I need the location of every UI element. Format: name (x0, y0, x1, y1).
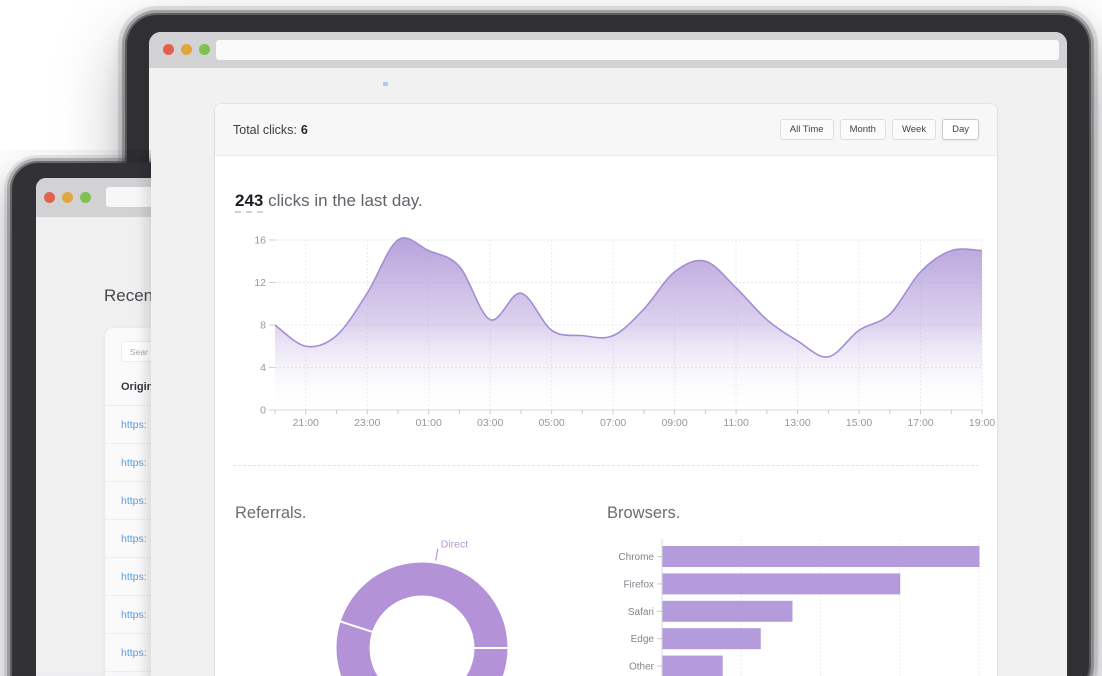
clicks-area-chart: 0 4 8 12 16 21:00 23:00 01:00 03:00 05:00 07:00 09:… (233, 232, 997, 432)
svg-text:0: 0 (260, 405, 266, 417)
back-address-bar[interactable] (106, 187, 151, 207)
link-row[interactable]: https: (105, 672, 151, 676)
bar-chrome (663, 546, 980, 567)
front-titlebar (149, 32, 1067, 68)
clicks-headline: 243 clicks in the last day. (235, 191, 423, 211)
recent-links-title: Recen (104, 286, 151, 306)
svg-text:03:00: 03:00 (477, 417, 503, 429)
minimize-window-button[interactable] (181, 44, 192, 55)
referrals-donut-chart: Direct (215, 532, 635, 676)
back-window-content: Recen Origin https:https:https:https:htt… (36, 178, 151, 676)
svg-text:01:00: 01:00 (416, 417, 442, 429)
link-row[interactable]: https: (105, 558, 151, 596)
svg-text:05:00: 05:00 (539, 417, 565, 429)
bar-label: Safari (628, 607, 654, 618)
back-window-controls (44, 192, 91, 203)
clicks-headline-text: clicks in the last day. (263, 191, 422, 210)
svg-text:07:00: 07:00 (600, 417, 626, 429)
back-window-strip: Recen Origin https:https:https:https:htt… (0, 150, 151, 676)
bar-firefox (663, 573, 901, 594)
link-url[interactable]: https: (121, 571, 147, 583)
link-row[interactable]: https: (105, 634, 151, 672)
link-url[interactable]: https: (121, 533, 147, 545)
dashboard-page: Total clicks: 6 All Time Month Week Day 243… (149, 68, 1067, 676)
svg-text:23:00: 23:00 (354, 417, 380, 429)
filter-button-all-time[interactable]: All Time (780, 119, 834, 141)
link-url[interactable]: https: (121, 609, 147, 621)
svg-text:12: 12 (254, 277, 266, 289)
back-browser-window: Recen Origin https:https:https:https:htt… (12, 163, 151, 676)
page-speck (383, 82, 388, 86)
svg-text:11:00: 11:00 (723, 417, 749, 429)
time-filter-group: All Time Month Week Day (780, 119, 979, 141)
link-row[interactable]: https: (105, 444, 151, 482)
links-page: Recen Origin https:https:https:https:htt… (36, 217, 151, 676)
direct-slice-label: Direct (441, 539, 469, 551)
filter-button-month[interactable]: Month (840, 119, 886, 141)
zoom-window-button[interactable] (199, 44, 210, 55)
link-row[interactable]: https: (105, 482, 151, 520)
window-controls (163, 44, 210, 55)
address-bar[interactable] (216, 40, 1059, 60)
svg-text:8: 8 (260, 320, 266, 332)
front-browser-window: Total clicks: 6 All Time Month Week Day 243… (127, 15, 1089, 676)
browsers-section-title: Browsers. (607, 504, 680, 523)
svg-text:13:00: 13:00 (784, 417, 810, 429)
link-row[interactable]: https: (105, 406, 151, 444)
total-clicks-value: 6 (301, 123, 308, 137)
browsers-bar-chart: Chrome Firefox Safari Edge Other (607, 529, 997, 676)
back-zoom-window-button[interactable] (80, 192, 91, 203)
search-input[interactable] (121, 341, 151, 362)
bar-label: Other (629, 662, 655, 673)
clicks-count[interactable]: 243 (235, 191, 263, 213)
link-url[interactable]: https: (121, 647, 147, 659)
total-clicks-label: Total clicks: (233, 123, 297, 137)
svg-text:16: 16 (254, 235, 266, 247)
bar-edge (663, 628, 761, 649)
link-url[interactable]: https: (121, 495, 147, 507)
front-window-content: Total clicks: 6 All Time Month Week Day 243… (149, 32, 1067, 676)
svg-text:17:00: 17:00 (907, 417, 933, 429)
bar-other (663, 656, 723, 676)
link-url[interactable]: https: (121, 419, 147, 431)
svg-text:15:00: 15:00 (846, 417, 872, 429)
link-row[interactable]: https: (105, 596, 151, 634)
svg-text:19:00: 19:00 (969, 417, 995, 429)
section-divider (233, 465, 979, 466)
svg-text:09:00: 09:00 (661, 417, 687, 429)
referrals-section-title: Referrals. (235, 504, 307, 523)
back-close-window-button[interactable] (44, 192, 55, 203)
close-window-button[interactable] (163, 44, 174, 55)
link-row[interactable]: https: (105, 520, 151, 558)
filter-button-week[interactable]: Week (892, 119, 936, 141)
filter-button-day[interactable]: Day (942, 119, 979, 141)
card-header: Total clicks: 6 All Time Month Week Day (215, 104, 997, 156)
svg-text:21:00: 21:00 (293, 417, 319, 429)
donut-ring (353, 579, 491, 676)
links-card: Origin https:https:https:https:https:htt… (105, 328, 151, 676)
bar-label: Chrome (618, 552, 654, 563)
svg-text:4: 4 (260, 362, 266, 374)
links-table: https: https: https: https: https: https: http… (105, 405, 151, 676)
original-url-column-header: Origin (121, 381, 151, 393)
screenshot-canvas: { "front_window": { "header": { "total_l… (0, 0, 1102, 676)
analytics-card: Total clicks: 6 All Time Month Week Day 243… (215, 104, 997, 676)
bar-label: Edge (631, 634, 655, 645)
direct-callout-line (436, 549, 438, 561)
bar-label: Firefox (623, 579, 654, 590)
back-minimize-window-button[interactable] (62, 192, 73, 203)
back-titlebar (36, 178, 151, 217)
bar-safari (663, 601, 793, 622)
link-url[interactable]: https: (121, 457, 147, 469)
